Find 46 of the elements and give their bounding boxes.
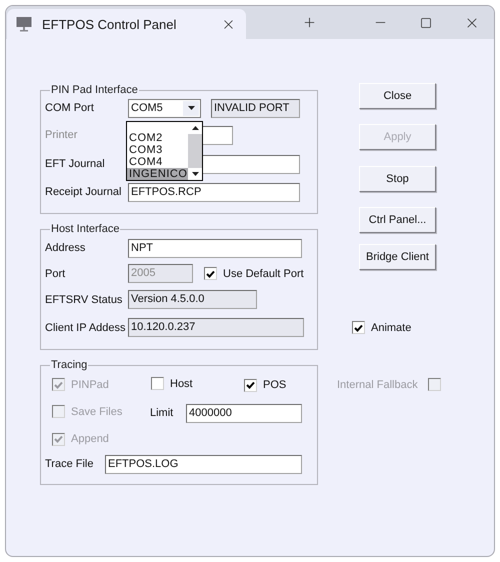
new-tab-icon[interactable]	[302, 15, 317, 30]
dropdown-option[interactable]: COM4	[127, 156, 188, 168]
dialog-button[interactable]: Bridge Client	[359, 244, 436, 270]
checkmark-icon	[54, 380, 63, 389]
caret-icon	[188, 106, 194, 110]
client-ip-field: 10.120.0.237	[128, 318, 304, 337]
field-label: COM Port	[45, 102, 95, 114]
field-label: Address	[45, 242, 86, 254]
scrollbar[interactable]	[188, 122, 202, 180]
limit-field[interactable]: 4000000	[186, 404, 302, 422]
maximize-icon[interactable]	[420, 16, 432, 28]
field-label: Printer	[45, 129, 78, 141]
dialog-button[interactable]: Ctrl Panel...	[359, 207, 436, 233]
group-title: PIN Pad Interface	[50, 83, 139, 97]
window-title: EFTPOS Control Panel	[42, 16, 178, 32]
port-status-field: INVALID PORT	[211, 98, 300, 118]
status-field: Version 4.5.0.0	[128, 290, 257, 309]
window-tab[interactable]: EFTPOS Control Panel	[7, 9, 246, 39]
address-field[interactable]: NPT	[128, 238, 302, 258]
field-label: Limit	[150, 407, 174, 419]
trace-file-field[interactable]: EFTPOS.LOG	[105, 454, 302, 474]
checkmark-icon	[354, 324, 363, 332]
checkmark-icon	[246, 381, 255, 389]
checkmark-icon	[54, 435, 63, 443]
receipt-journal-field[interactable]: EFTPOS.RCP	[128, 182, 300, 202]
dropdown-option[interactable]: COM2	[127, 132, 188, 144]
field-label: Receipt Journal	[45, 186, 122, 198]
checkbox[interactable]: Animate	[352, 321, 412, 334]
checkbox[interactable]: Use Default Port	[204, 267, 304, 280]
caret-icon	[192, 172, 198, 176]
checkbox[interactable]: POS	[244, 378, 286, 392]
field-label: Client IP Addess	[45, 322, 127, 334]
checkmark-icon	[206, 270, 215, 278]
field-label: EFT Journal	[45, 158, 106, 170]
checkbox[interactable]: Host	[151, 377, 193, 390]
group-title: Host Interface	[50, 222, 120, 236]
dialog-button[interactable]: Close	[359, 83, 436, 109]
monitor-icon	[16, 16, 32, 32]
field-label: Port	[45, 268, 66, 280]
field-label: Trace File	[45, 458, 94, 470]
group-title: Tracing	[50, 358, 88, 372]
field-label: EFTSRV Status	[45, 294, 124, 306]
dialog-button[interactable]: Stop	[359, 166, 436, 192]
scroll-up-icon	[192, 126, 198, 130]
dropdown-option[interactable]: INGENICO	[127, 168, 188, 180]
dropdown-option[interactable]: COM3	[127, 144, 188, 156]
